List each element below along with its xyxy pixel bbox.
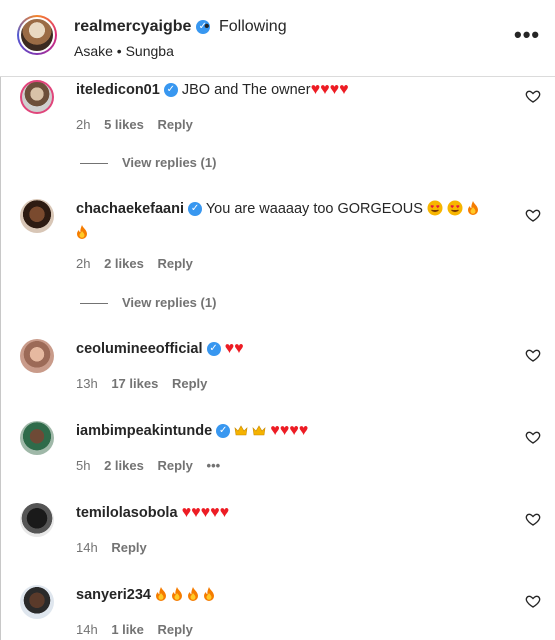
commenter-username[interactable]: iteledicon01	[76, 82, 160, 98]
verified-badge-icon: ✓	[216, 424, 231, 439]
reply-button[interactable]: Reply	[157, 117, 192, 132]
fire-emoji-icon	[204, 587, 215, 601]
audio-subtitle[interactable]: Asake • Sungba	[74, 43, 174, 59]
comment-text: iteledicon01 ✓ JBO and The owner♥♥♥♥	[76, 78, 496, 102]
comment-meta: 2h 2 likes Reply	[76, 256, 203, 271]
like-heart-icon[interactable]	[525, 593, 541, 609]
heart-emoji-row: ♥♥♥♥	[270, 422, 309, 439]
post-header: realmercyaigbe ✓ • Following Asake • Sun…	[0, 0, 555, 76]
comment-options-icon[interactable]: •••	[207, 458, 221, 473]
heart-eyes-emoji-icon	[427, 200, 443, 216]
author-avatar-ring[interactable]	[17, 15, 57, 55]
view-replies[interactable]: View replies (1)	[80, 295, 216, 310]
comment-time[interactable]: 2h	[76, 117, 90, 132]
fire-emoji-icon	[468, 201, 478, 215]
comment-likes[interactable]: 1 like	[111, 622, 144, 637]
verified-badge-icon: ✓	[206, 342, 221, 357]
comment-likes[interactable]: 2 likes	[104, 458, 144, 473]
comment-text: sanyeri234	[76, 583, 496, 607]
fire-emoji-icon	[188, 587, 199, 601]
comment-meta: 13h 17 likes Reply	[76, 376, 217, 391]
comment-meta: 2h 5 likes Reply	[76, 117, 203, 132]
comment-time[interactable]: 2h	[76, 256, 90, 271]
fire-emoji-icon	[77, 225, 87, 239]
view-replies-label[interactable]: View replies (1)	[122, 295, 216, 310]
comment-text: ceolumineeofficial ✓ ♥♥	[76, 337, 496, 361]
verified-badge-icon: ✓	[188, 202, 203, 217]
author-avatar[interactable]	[19, 17, 55, 53]
heart-eyes-emoji-icon	[447, 200, 463, 216]
comment-likes[interactable]: 2 likes	[104, 256, 144, 271]
reply-button[interactable]: Reply	[172, 376, 207, 391]
verified-badge-icon: ✓	[163, 83, 178, 98]
comment-likes[interactable]: 5 likes	[104, 117, 144, 132]
heart-emoji-row: ♥♥♥♥	[310, 81, 349, 98]
like-heart-icon[interactable]	[525, 207, 541, 223]
like-heart-icon[interactable]	[525, 511, 541, 527]
comment-meta: 14h Reply	[76, 540, 157, 555]
commenter-username[interactable]: temilolasobola	[76, 505, 178, 521]
author-username-row: realmercyaigbe ✓	[74, 18, 210, 36]
like-heart-icon[interactable]	[525, 88, 541, 104]
comment-text: temilolasobola ♥♥♥♥♥	[76, 501, 496, 525]
commenter-avatar[interactable]	[20, 199, 54, 233]
commenter-username[interactable]: chachaekefaani	[76, 201, 184, 217]
commenter-avatar[interactable]	[20, 80, 54, 114]
fire-emoji-icon	[156, 587, 167, 601]
heart-emoji-row: ♥♥	[224, 340, 244, 357]
replies-line	[80, 303, 108, 305]
window-edge	[0, 0, 1, 640]
comment-time[interactable]: 14h	[76, 540, 98, 555]
reply-button[interactable]: Reply	[111, 540, 146, 555]
header-divider	[0, 76, 555, 77]
commenter-avatar[interactable]	[20, 585, 54, 619]
crown-emoji-icon	[234, 425, 248, 436]
commenter-avatar[interactable]	[20, 503, 54, 537]
comment-meta: 14h 1 like Reply	[76, 622, 203, 637]
header-separator: •	[204, 18, 210, 35]
comment-text: chachaekefaani ✓ You are waaaay too GORG…	[76, 197, 496, 245]
fire-emoji-icon	[172, 587, 183, 601]
reply-button[interactable]: Reply	[157, 256, 192, 271]
like-heart-icon[interactable]	[525, 429, 541, 445]
comment-body: You are waaaay too GORGEOUS	[205, 201, 423, 217]
following-button[interactable]: Following	[219, 18, 287, 36]
comment-time[interactable]: 5h	[76, 458, 90, 473]
more-options-icon[interactable]: •••	[514, 22, 540, 48]
comment-text: iambimpeakintunde ✓ ♥♥♥♥	[76, 419, 496, 443]
reply-button[interactable]: Reply	[157, 622, 192, 637]
crown-emoji-icon	[252, 425, 266, 436]
commenter-username[interactable]: sanyeri234	[76, 587, 151, 603]
comment-body: JBO and The owner	[181, 82, 311, 98]
comment-meta: 5h 2 likes Reply •••	[76, 458, 230, 473]
replies-line	[80, 163, 108, 165]
commenter-avatar[interactable]	[20, 421, 54, 455]
reply-button[interactable]: Reply	[157, 458, 192, 473]
heart-emoji-row: ♥♥♥♥♥	[181, 504, 230, 521]
author-username[interactable]: realmercyaigbe	[74, 18, 191, 35]
comment-likes[interactable]: 17 likes	[111, 376, 158, 391]
comment-time[interactable]: 13h	[76, 376, 98, 391]
commenter-username[interactable]: iambimpeakintunde	[76, 423, 212, 439]
commenter-username[interactable]: ceolumineeofficial	[76, 341, 203, 357]
view-replies[interactable]: View replies (1)	[80, 155, 216, 170]
view-replies-label[interactable]: View replies (1)	[122, 155, 216, 170]
comment-time[interactable]: 14h	[76, 622, 98, 637]
like-heart-icon[interactable]	[525, 347, 541, 363]
commenter-avatar[interactable]	[20, 339, 54, 373]
